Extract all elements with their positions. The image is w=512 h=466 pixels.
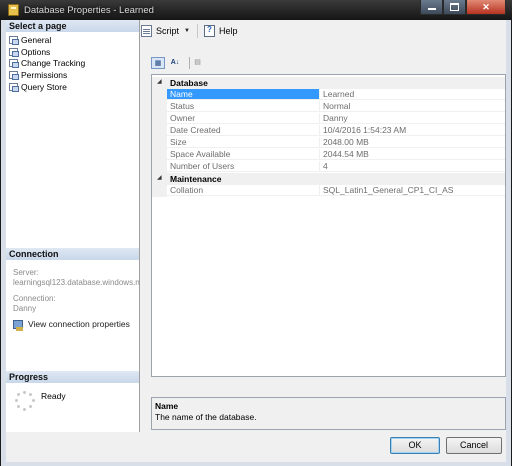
help-icon: [203, 25, 215, 37]
connection-value: Danny: [13, 304, 37, 313]
close-icon: ✕: [482, 2, 490, 12]
view-connection-label: View connection properties: [28, 319, 130, 329]
property-row-date-created[interactable]: Date Created 10/4/2016 1:54:23 AM: [152, 125, 505, 137]
progress-status: Ready: [41, 391, 66, 401]
property-row-number-of-users[interactable]: Number of Users 4: [152, 161, 505, 173]
property-value[interactable]: Normal: [320, 101, 505, 112]
page-icon: [9, 35, 19, 45]
close-button[interactable]: ✕: [466, 0, 506, 15]
progress-spinner-icon: [15, 391, 35, 411]
property-value[interactable]: 10/4/2016 1:54:23 AM: [320, 125, 505, 136]
alphabetical-sort-icon[interactable]: A↓: [168, 57, 182, 69]
property-row-name[interactable]: Name Learned: [152, 89, 505, 101]
property-grid-toolbar: ▦ A↓ ▤: [151, 57, 206, 69]
page-item-query-store[interactable]: Query Store: [9, 81, 85, 93]
script-label: Script: [156, 26, 180, 36]
property-grid: ◢ Database Name Learned Status Normal Ow…: [151, 74, 506, 377]
property-row-status[interactable]: Status Normal: [152, 101, 505, 113]
category-row-database[interactable]: ◢ Database: [152, 77, 505, 89]
property-name: Name: [167, 89, 320, 100]
window-controls: ✕: [420, 0, 506, 16]
property-row-size[interactable]: Size 2048.00 MB: [152, 137, 505, 149]
property-value[interactable]: 2044.54 MB: [320, 149, 505, 160]
property-name: Size: [167, 137, 320, 148]
description-text: The name of the database.: [155, 412, 257, 422]
property-value[interactable]: 4: [320, 161, 505, 172]
description-title: Name: [155, 401, 179, 411]
page-icon: [9, 82, 19, 92]
cancel-button[interactable]: Cancel: [446, 437, 502, 454]
category-name: Database: [170, 78, 208, 88]
page-item-change-tracking[interactable]: Change Tracking: [9, 57, 85, 69]
property-row-space-available[interactable]: Space Available 2044.54 MB: [152, 149, 505, 161]
select-page-header: Select a page: [6, 20, 139, 32]
help-label: Help: [218, 26, 238, 36]
property-row-collation[interactable]: Collation SQL_Latin1_General_CP1_CI_AS: [152, 185, 505, 197]
connection-header: Connection: [6, 248, 139, 260]
page-icon: [9, 59, 19, 69]
left-pane: Select a page General Options Change Tra…: [6, 20, 140, 432]
title-bar: Database Properties - Learned ✕: [0, 0, 512, 20]
category-row-maintenance[interactable]: ◢ Maintenance: [152, 173, 505, 185]
minimize-icon: [427, 8, 436, 10]
page-icon: [9, 70, 19, 80]
property-value[interactable]: 2048.00 MB: [320, 137, 505, 148]
property-name: Collation: [167, 185, 320, 196]
toolbar-separator: [196, 24, 198, 38]
progress-header: Progress: [6, 371, 139, 383]
page-label: Permissions: [21, 69, 68, 80]
page-item-permissions[interactable]: Permissions: [9, 69, 85, 81]
ok-button[interactable]: OK: [390, 437, 440, 454]
toolbar: Script ▼ Help: [141, 24, 244, 38]
page-label: General: [21, 34, 52, 45]
dialog-client: Select a page General Options Change Tra…: [6, 20, 506, 462]
server-label: Server:: [13, 268, 39, 277]
property-value[interactable]: SQL_Latin1_General_CP1_CI_AS: [320, 185, 505, 196]
property-value[interactable]: Learned: [320, 89, 505, 100]
page-list: General Options Change Tracking Permissi…: [9, 34, 85, 92]
database-icon: [8, 4, 19, 16]
collapse-icon[interactable]: ◢: [157, 78, 162, 85]
minimize-button[interactable]: [420, 0, 443, 15]
help-button[interactable]: Help: [203, 25, 238, 37]
script-button[interactable]: Script ▼: [141, 25, 190, 37]
maximize-button[interactable]: [443, 0, 466, 15]
window-title: Database Properties - Learned: [24, 5, 154, 16]
connection-properties-icon: [13, 319, 23, 331]
script-icon: [141, 25, 152, 37]
page-icon: [9, 47, 19, 57]
property-name: Date Created: [167, 125, 320, 136]
property-value[interactable]: Danny: [320, 113, 505, 124]
page-item-options[interactable]: Options: [9, 46, 85, 58]
chevron-down-icon[interactable]: ▼: [184, 28, 190, 34]
property-name: Status: [167, 101, 320, 112]
collapse-icon[interactable]: ◢: [157, 174, 162, 181]
property-pages-icon[interactable]: ▤: [189, 57, 203, 69]
connection-label: Connection:: [13, 294, 56, 303]
categorized-view-icon[interactable]: ▦: [151, 57, 165, 69]
property-row-owner[interactable]: Owner Danny: [152, 113, 505, 125]
property-name: Owner: [167, 113, 320, 124]
property-name: Space Available: [167, 149, 320, 160]
page-item-general[interactable]: General: [9, 34, 85, 46]
category-name: Maintenance: [170, 174, 222, 184]
description-panel: Name The name of the database.: [151, 397, 506, 430]
server-value: learningsql123.database.windows.n: [13, 278, 139, 287]
view-connection-properties-link[interactable]: View connection properties: [13, 319, 130, 331]
maximize-icon: [450, 3, 459, 11]
property-name: Number of Users: [167, 161, 320, 172]
page-label: Change Tracking: [21, 58, 86, 69]
page-label: Options: [21, 46, 51, 57]
page-label: Query Store: [21, 81, 67, 92]
window-frame: Select a page General Options Change Tra…: [1, 20, 511, 466]
